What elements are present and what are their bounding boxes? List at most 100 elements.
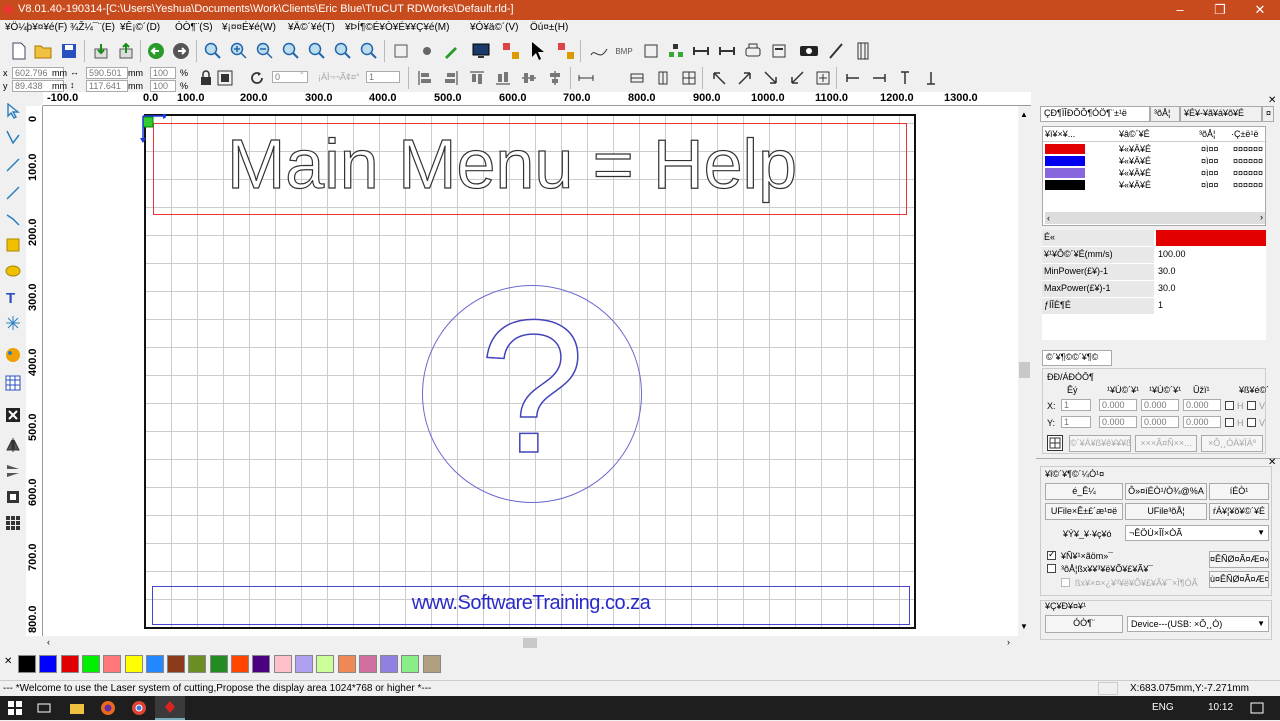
frame-button[interactable]: ¤ÊÑØ¤Ã¤Æ¤« — [1209, 551, 1269, 568]
layer-out-cell[interactable]: ¤ì¤¤ — [1201, 144, 1219, 154]
language-indicator[interactable]: ENG — [1152, 702, 1174, 713]
array-y-count[interactable]: 1 — [1061, 416, 1091, 428]
node-edit-icon[interactable] — [416, 40, 438, 62]
array-apply-button[interactable]: ©´¥Á¥ß¥ê¥¥¥ß — [1069, 435, 1131, 452]
layer-mode-cell[interactable]: ¥«¥Ä¥É — [1119, 144, 1151, 154]
scroll-up-icon[interactable]: ▲ — [1020, 110, 1028, 119]
array-x-spacing[interactable]: 0.000 — [1099, 399, 1137, 411]
offset-tool-icon[interactable] — [2, 486, 24, 508]
align-top-icon[interactable] — [466, 67, 488, 89]
array-y-dist[interactable]: 0.000 — [1183, 416, 1221, 428]
grid-tool-icon[interactable] — [2, 372, 24, 394]
palette-swatch[interactable] — [401, 655, 420, 673]
select-tool-icon[interactable] — [2, 100, 24, 122]
firefox-icon[interactable] — [100, 700, 116, 719]
line-tool-icon[interactable] — [2, 154, 24, 176]
palette-swatch[interactable] — [103, 655, 122, 673]
tab-more[interactable]: ¤ — [1262, 106, 1274, 122]
palette-swatch[interactable] — [81, 655, 100, 673]
ufile-output-button[interactable]: UFile³õÅ¦ — [1125, 503, 1207, 520]
scroll-left-icon[interactable]: ‹ — [47, 637, 50, 647]
array-x-offset[interactable]: 0.000 — [1141, 399, 1179, 411]
laser-head-icon[interactable] — [798, 40, 820, 62]
question-mark-container[interactable]: ? — [422, 291, 642, 483]
menu-config[interactable]: ¥Ä©´¥é(T) — [288, 22, 335, 33]
worksheet-area[interactable]: Main Menu = Help ? www.SoftwareTraining.… — [144, 114, 916, 629]
layer-mode-cell[interactable]: ¥«¥Ä¥É — [1119, 180, 1151, 190]
color-tool-icon[interactable] — [2, 344, 24, 366]
footer-text-container[interactable]: www.SoftwareTraining.co.za — [152, 592, 910, 615]
palette-swatch[interactable] — [39, 655, 58, 673]
notifications-icon[interactable] — [1250, 701, 1264, 718]
palette-swatch[interactable] — [167, 655, 186, 673]
open-folder-icon[interactable] — [32, 40, 54, 62]
layer-out-cell[interactable]: ¤ì¤¤ — [1201, 168, 1219, 178]
download-button[interactable]: ŕÁ¥¦¥õ¥©´¥É — [1209, 503, 1269, 520]
output-select-checkbox[interactable] — [1047, 564, 1056, 573]
node-tool-icon[interactable] — [2, 126, 24, 148]
zoom-in-icon[interactable] — [202, 40, 224, 62]
array-preview-button[interactable]: ×××Ã¤Ñ××... — [1135, 435, 1197, 452]
panel-close-icon[interactable]: ✕ — [1268, 95, 1276, 106]
distance-h2-icon[interactable] — [868, 67, 890, 89]
layer-out-cell[interactable]: ¤ì¤¤ — [1201, 180, 1219, 190]
pause-button[interactable]: Ô»¤íÉÒ¹/Ò¾@%A — [1125, 483, 1207, 500]
palette-swatch[interactable] — [145, 655, 164, 673]
zoom-plus-icon[interactable] — [228, 40, 250, 62]
move-topright-icon[interactable] — [734, 67, 756, 89]
clock[interactable]: 10:12 — [1208, 702, 1233, 713]
bitmap-icon[interactable]: BMP — [613, 40, 635, 62]
layer-extra-cell[interactable]: ¤¤¤¤¤¤ — [1233, 180, 1263, 190]
array-x-dist[interactable]: 0.000 — [1183, 399, 1221, 411]
palette-swatch[interactable] — [60, 655, 79, 673]
zoom-selection-icon[interactable] — [332, 40, 354, 62]
horizontal-scrollbar[interactable]: ‹ › — [43, 636, 1018, 650]
windows-start-icon[interactable] — [8, 701, 22, 718]
palette-swatch[interactable] — [422, 655, 441, 673]
align-left-icon[interactable] — [414, 67, 436, 89]
move-bottomleft-icon[interactable] — [786, 67, 808, 89]
zoom-fit-icon[interactable] — [280, 40, 302, 62]
path-optimize-checkbox[interactable]: ✓ — [1047, 549, 1056, 560]
cut-frame-button[interactable]: ù¤ÊÑØ¤Ã¤Æ¤ß — [1209, 571, 1269, 588]
undo-icon[interactable] — [145, 40, 167, 62]
array-y-offset[interactable]: 0.000 — [1141, 416, 1179, 428]
laser-pointer-icon[interactable] — [825, 40, 847, 62]
group-icon[interactable] — [665, 40, 687, 62]
apply-size-icon[interactable] — [214, 67, 236, 89]
palette-swatch[interactable] — [209, 655, 228, 673]
distance-v-icon[interactable] — [894, 67, 916, 89]
distribute-h-icon[interactable] — [626, 67, 648, 89]
width-input[interactable]: 590.501 — [86, 67, 128, 79]
rotate-icon[interactable] — [246, 67, 268, 89]
zoom-data-icon[interactable] — [358, 40, 380, 62]
layer-table-scrollbar[interactable]: ‹ › — [1045, 212, 1265, 224]
palette-swatch[interactable] — [358, 655, 377, 673]
param-value[interactable]: 30.0 — [1156, 281, 1266, 297]
tab-doc[interactable]: ¥É¥-¥ã¥á¥õ¥É — [1180, 106, 1262, 122]
layer-extra-cell[interactable]: ¤¤¤¤¤¤ — [1233, 156, 1263, 166]
point-tool-icon[interactable] — [2, 312, 24, 334]
palette-swatch[interactable] — [231, 655, 249, 673]
layer-extra-cell[interactable]: ¤¤¤¤¤¤ — [1233, 144, 1263, 154]
layer-color-swatch[interactable] — [1045, 180, 1085, 190]
maximize-button[interactable]: ❐ — [1200, 0, 1240, 20]
output-frame-checkbox[interactable] — [1061, 578, 1070, 587]
same-width-icon[interactable] — [575, 67, 597, 89]
minimize-button[interactable]: – — [1160, 0, 1200, 20]
stop-button[interactable]: íÉÒ¹ — [1209, 483, 1269, 500]
array-copy-icon[interactable] — [555, 40, 577, 62]
move-bottomright-icon[interactable] — [760, 67, 782, 89]
port-settings-button[interactable]: ÓÒ¶¨ — [1045, 615, 1123, 633]
align-bottom-icon[interactable] — [492, 67, 514, 89]
zoom-out-icon[interactable] — [254, 40, 276, 62]
delete-tool-icon[interactable] — [2, 404, 24, 426]
mirror-h-check-x[interactable] — [1225, 401, 1234, 410]
array-grid-icon[interactable] — [1047, 435, 1063, 451]
rectangle-tool-icon[interactable] — [2, 234, 24, 256]
layer-mode-cell[interactable]: ¥«¥Ä¥É — [1119, 168, 1151, 178]
tab-work[interactable]: ÇÐ¶ÏÎÐÕÔ¶ÓÖ¶¨±¹ë — [1040, 106, 1150, 122]
layer-color-swatch[interactable] — [1045, 156, 1085, 166]
mirror-h-icon[interactable] — [690, 40, 712, 62]
close-icon[interactable]: ✕ — [4, 656, 12, 667]
